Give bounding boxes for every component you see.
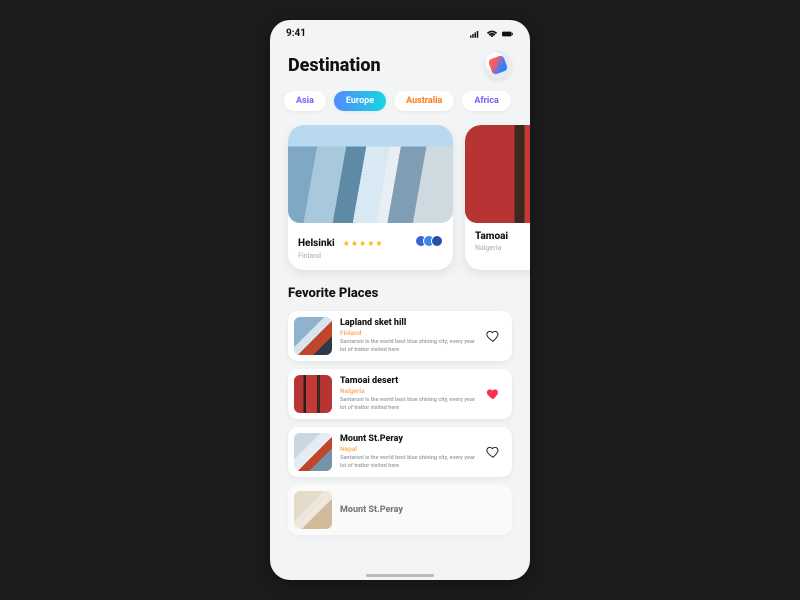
favorite-list[interactable]: Lapland sket hill Finland Santaroni is t… [270, 311, 530, 535]
tab-africa[interactable]: Africa [462, 91, 510, 111]
tab-europe[interactable]: Europe [334, 91, 386, 111]
list-item[interactable]: Lapland sket hill Finland Santaroni is t… [288, 311, 512, 361]
profile-avatar[interactable] [484, 51, 512, 79]
favorite-thumb [294, 433, 332, 471]
status-time: 9:41 [286, 28, 306, 39]
favorite-thumb [294, 491, 332, 529]
destination-card[interactable]: Tamoai Nalgeria [465, 125, 530, 270]
destination-image [288, 125, 453, 223]
destination-cards[interactable]: Helsinki ★★★★★ Finland Tamoai Nalgeria [270, 125, 530, 284]
favorite-desc: Santaroni is the world best blue shining… [340, 339, 476, 354]
signal-icon [470, 29, 482, 39]
destination-country: Nalgeria [475, 244, 530, 252]
visitor-avatars [419, 235, 443, 247]
list-item[interactable]: Mount St.Peray [288, 485, 512, 535]
destination-card[interactable]: Helsinki ★★★★★ Finland [288, 125, 453, 270]
favorite-country: Nepal [340, 445, 476, 453]
wifi-icon [486, 29, 498, 39]
status-bar: 9:41 [270, 20, 530, 41]
heart-icon[interactable] [484, 385, 502, 403]
region-tabs: Asia Europe Australia Africa [270, 91, 530, 125]
destination-country: Finland [298, 252, 443, 260]
home-indicator[interactable] [366, 574, 434, 577]
favorite-desc: Santaroni is the world best blue shining… [340, 397, 476, 412]
favorite-name: Tamoai desert [340, 376, 476, 386]
list-item[interactable]: Mount St.Peray Nepal Santaroni is the wo… [288, 427, 512, 477]
destination-image [465, 125, 530, 223]
section-title-favorites: Fevorite Places [270, 284, 530, 311]
battery-icon [502, 29, 514, 39]
heart-icon[interactable] [484, 327, 502, 345]
favorite-name: Lapland sket hill [340, 318, 476, 328]
header: Destination [270, 41, 530, 91]
tab-australia[interactable]: Australia [394, 91, 454, 111]
favorite-country: Finland [340, 329, 476, 337]
favorite-country: Nalgeria [340, 387, 476, 395]
destination-name: Tamoai [475, 231, 508, 242]
list-item[interactable]: Tamoai desert Nalgeria Santaroni is the … [288, 369, 512, 419]
favorite-desc: Santaroni is the world best blue shining… [340, 455, 476, 470]
favorite-thumb [294, 317, 332, 355]
status-icons [470, 29, 514, 39]
tab-asia[interactable]: Asia [284, 91, 326, 111]
favorite-name: Mount St.Peray [340, 505, 502, 515]
star-rating: ★★★★★ [343, 239, 384, 248]
favorite-thumb [294, 375, 332, 413]
destination-name: Helsinki [298, 238, 335, 249]
favorite-name: Mount St.Peray [340, 434, 476, 444]
heart-icon[interactable] [484, 443, 502, 461]
page-title: Destination [288, 55, 381, 76]
phone-frame: 9:41 Destination Asia Europe Australia A… [270, 20, 530, 580]
